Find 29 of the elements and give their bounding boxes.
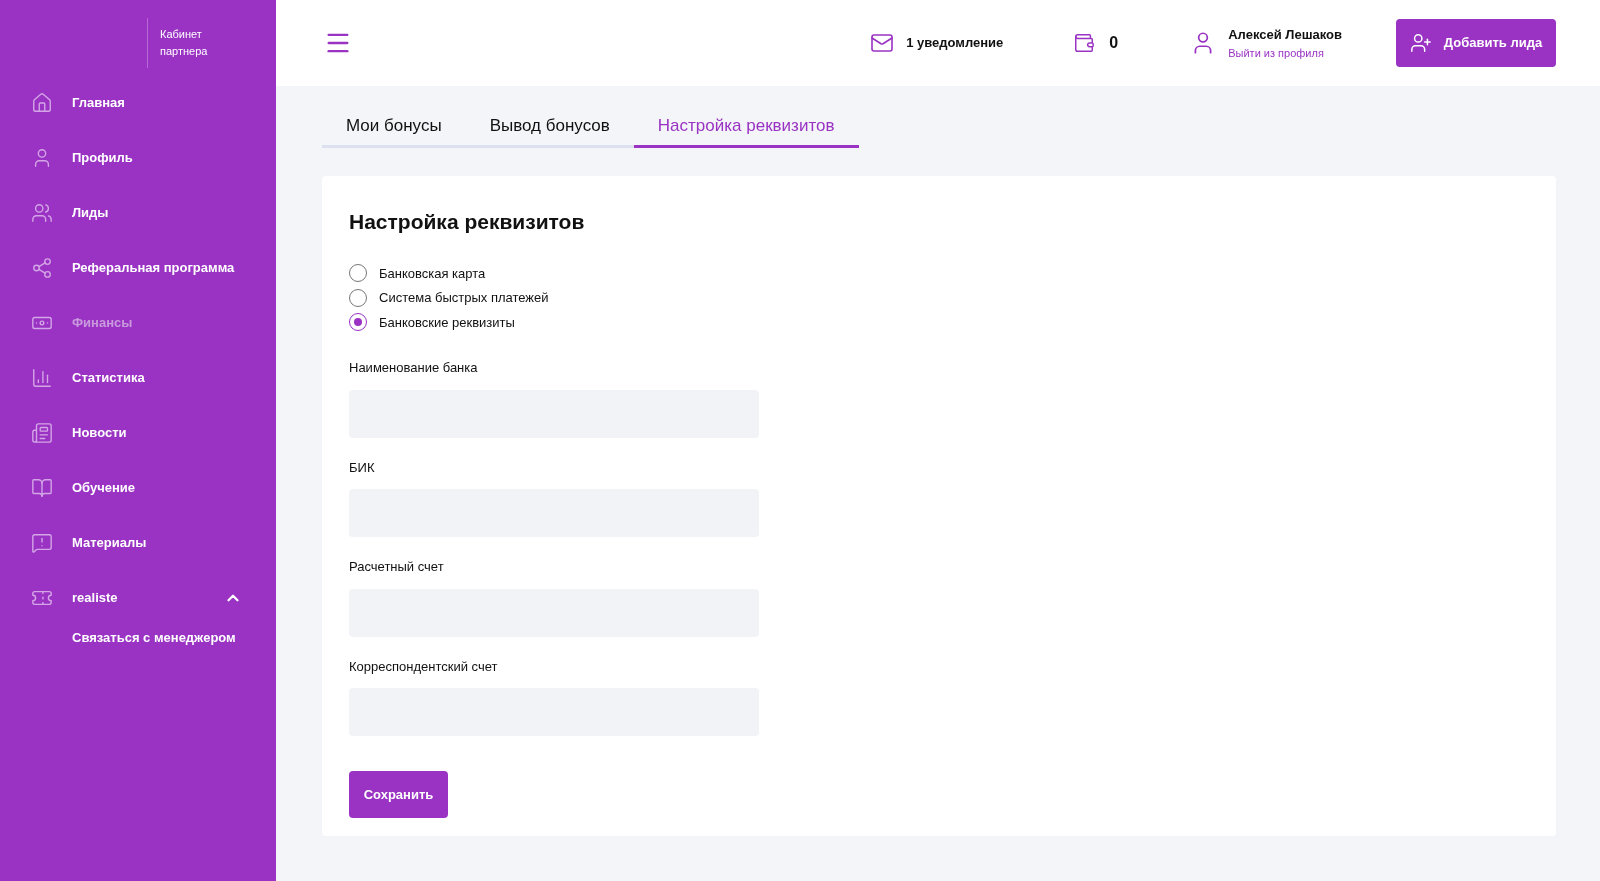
field-label: Корреспондентский счет	[349, 657, 499, 676]
notifications-link[interactable]: 1 уведомление	[906, 33, 1004, 53]
radio-option[interactable]: Система быстрых платежей	[349, 288, 1529, 308]
brand-subtitle: Кабинет партнера	[160, 27, 209, 59]
tab[interactable]: Настройка реквизитов	[633, 106, 859, 148]
bar-chart-icon	[31, 366, 53, 389]
message-icon	[31, 531, 53, 554]
card-title: Настройка реквизитов	[349, 209, 586, 235]
network-icon	[31, 256, 53, 279]
logout-link[interactable]: Выйти из профиля	[1228, 44, 1342, 61]
tab[interactable]: Вывод бонусов	[465, 106, 634, 148]
add-lead-button[interactable]: Добавить лида	[1396, 19, 1556, 67]
book-icon	[31, 476, 53, 499]
user-plus-icon	[1409, 32, 1432, 54]
newspaper-icon	[31, 421, 53, 444]
mail-icon[interactable]	[870, 31, 895, 55]
tab[interactable]: Мои бонусы	[322, 106, 466, 148]
field-label: Расчетный счет	[349, 558, 445, 576]
radio-option[interactable]: Банковская карта	[349, 263, 1529, 283]
house-icon	[31, 91, 53, 114]
radio-option[interactable]: Банковские реквизиты	[349, 312, 1529, 332]
wallet-icon[interactable]	[1073, 32, 1096, 54]
sidebar-subitem[interactable]: Связаться с менеджером	[72, 628, 236, 648]
save-button[interactable]: Сохранить	[349, 771, 448, 818]
user-name: Алексей Лешаков	[1228, 26, 1342, 44]
people-icon	[31, 201, 53, 224]
field-label: БИК	[349, 458, 376, 477]
field-label: Наименование банка	[349, 359, 479, 377]
wallet-balance: 0	[1109, 33, 1119, 53]
